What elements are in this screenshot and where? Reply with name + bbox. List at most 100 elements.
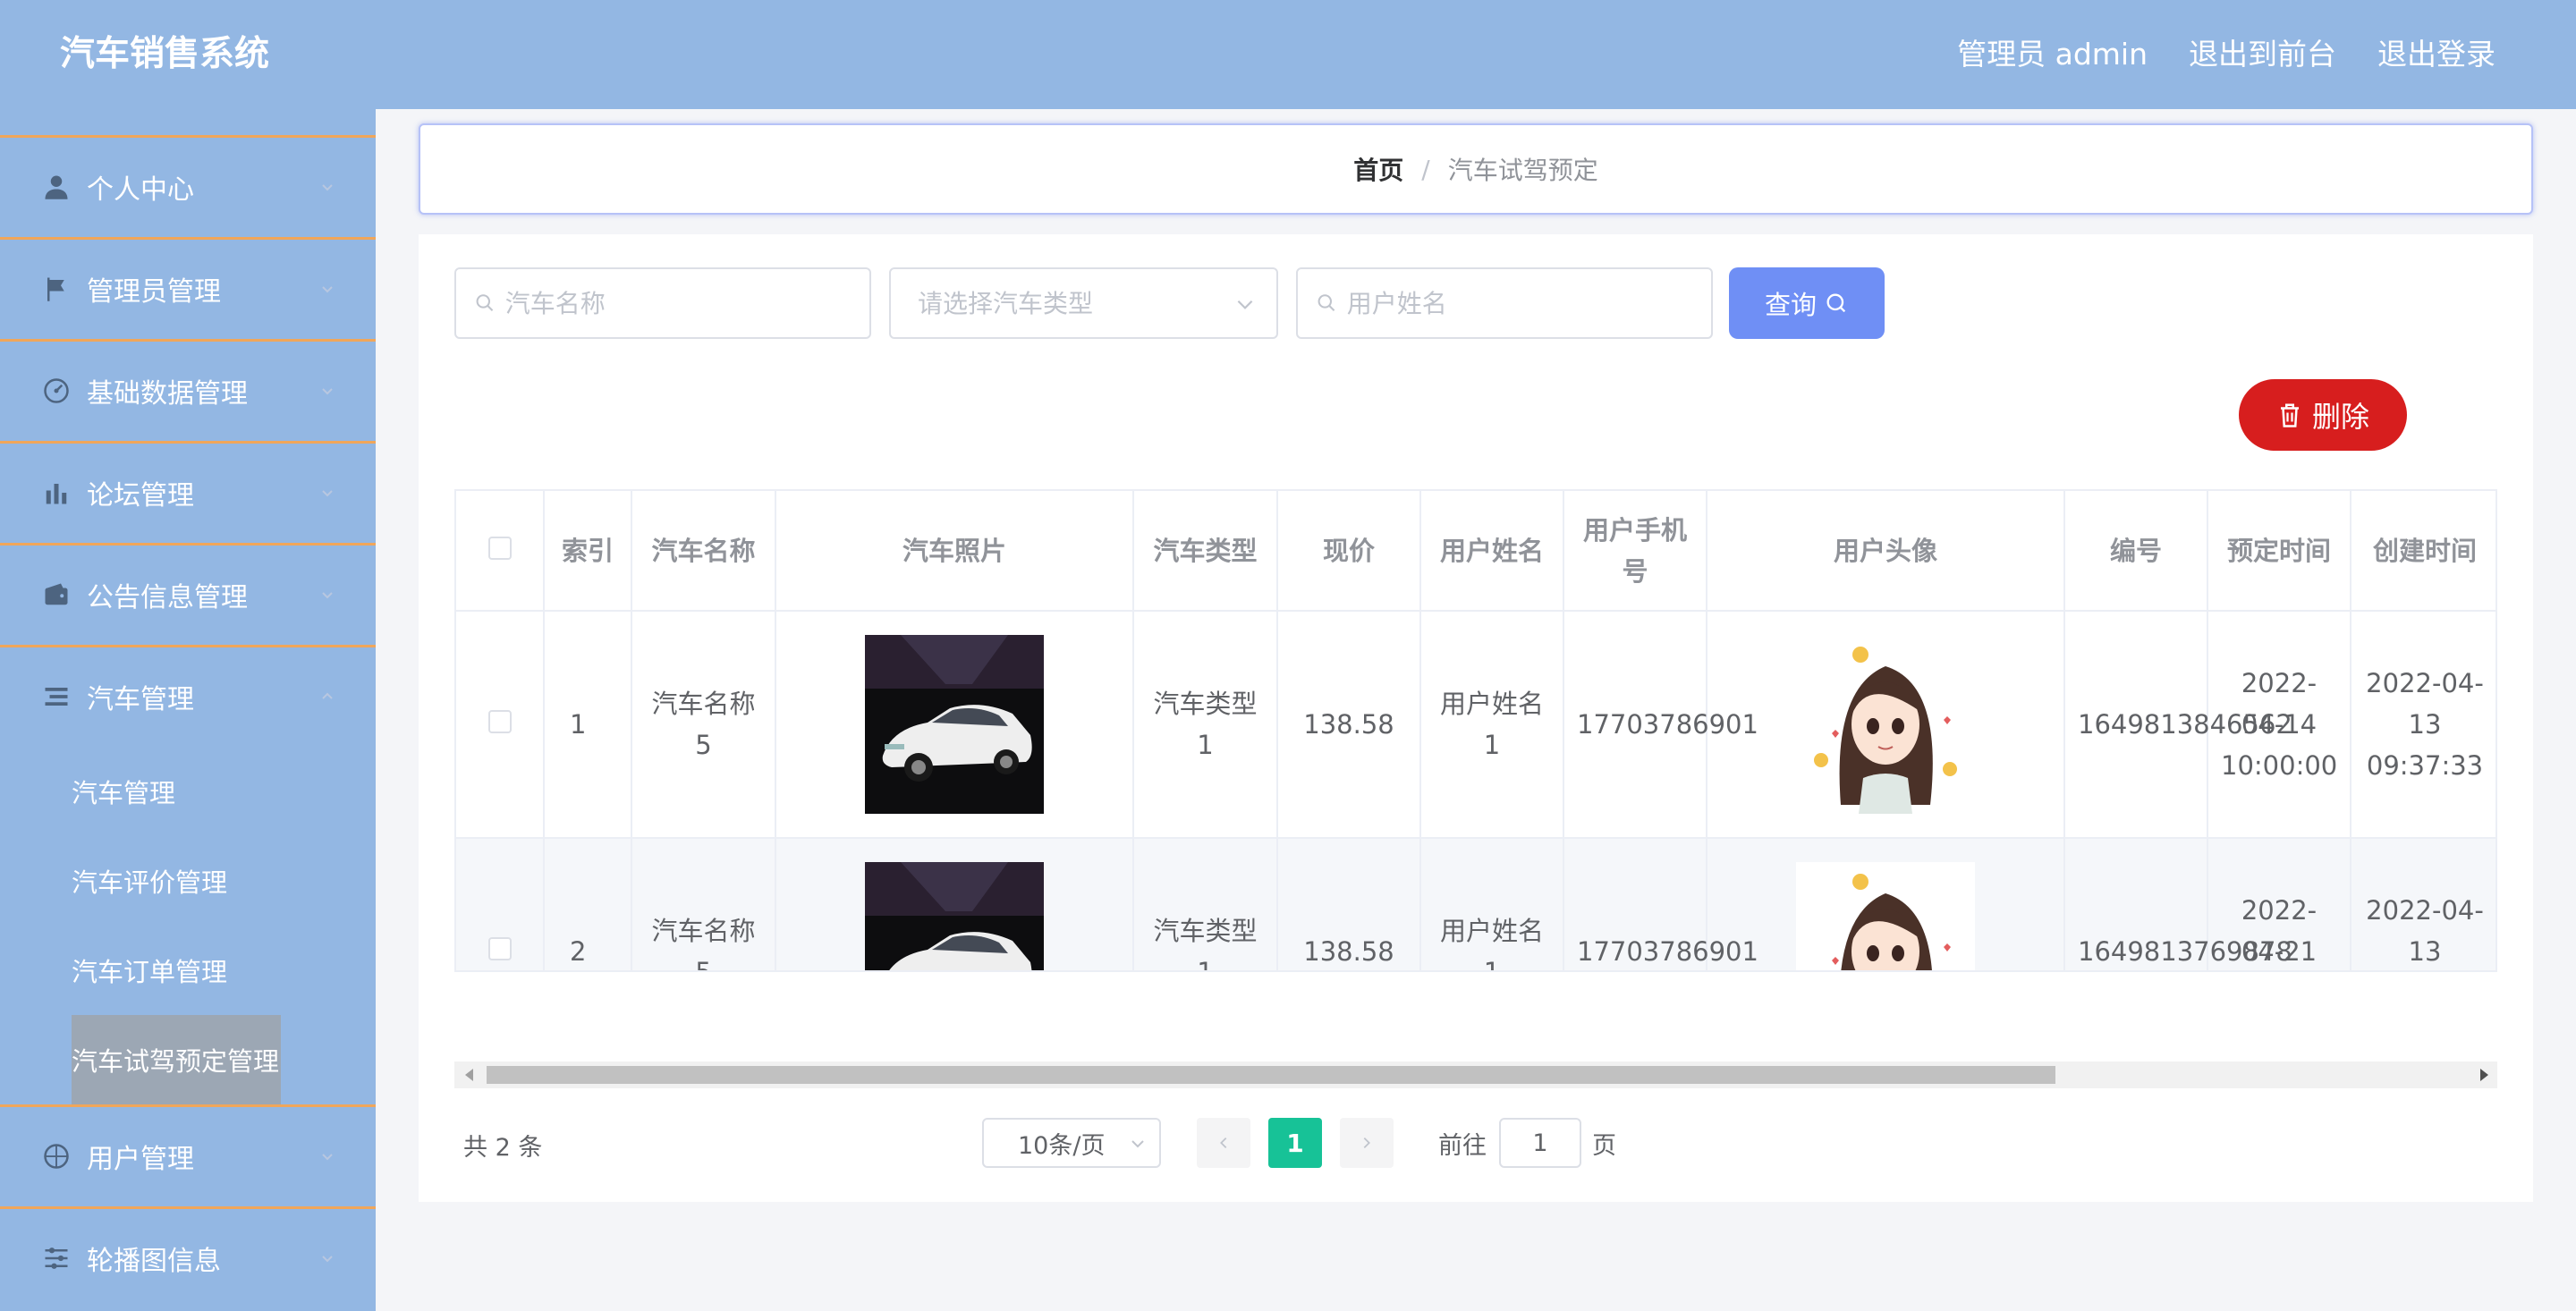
user-name-search-field[interactable] <box>1296 267 1713 339</box>
menu-forum-management[interactable]: 论坛管理 <box>0 441 376 541</box>
bar-chart-icon <box>42 478 71 507</box>
user-name-cell: 用户姓名1 <box>1420 838 1564 970</box>
number-cell: 1649813769878 <box>2064 838 2292 970</box>
menu-basic-data[interactable]: 基础数据管理 <box>0 339 376 439</box>
select-all-checkbox[interactable] <box>487 536 512 560</box>
menu-user-management[interactable]: 用户管理 <box>0 1104 376 1205</box>
query-button[interactable]: 查询 <box>1729 267 1885 339</box>
search-icon <box>1318 294 1335 311</box>
menu-label: 汽车管理 <box>87 683 194 715</box>
price-cell: 138.58 <box>1277 611 1421 839</box>
scroll-left-icon[interactable] <box>465 1069 473 1081</box>
menu-label: 轮播图信息 <box>87 1245 221 1277</box>
menu-announcement[interactable]: 公告信息管理 <box>0 543 376 643</box>
delete-button[interactable]: 删除 <box>2239 379 2407 451</box>
goto-page-input[interactable] <box>1499 1118 1581 1168</box>
exit-to-frontend-link[interactable]: 退出到前台 <box>2189 30 2336 79</box>
chevron-down-icon <box>318 178 336 196</box>
car-type-select[interactable] <box>889 267 1278 339</box>
breadcrumb-separator: / <box>1421 154 1430 184</box>
scroll-right-icon[interactable] <box>2480 1069 2488 1081</box>
avatar[interactable] <box>1796 635 1975 814</box>
submenu-test-drive-booking[interactable]: 汽车试驾预定管理 <box>72 1015 282 1104</box>
logout-link[interactable]: 退出登录 <box>2377 30 2496 79</box>
select-all-cell <box>456 491 545 612</box>
menu-admin-management[interactable]: 管理员管理 <box>0 237 376 337</box>
column-header: 用户头像 <box>1707 491 2065 612</box>
column-header: 现价 <box>1277 491 1421 612</box>
menu-label: 论坛管理 <box>87 479 194 512</box>
chevron-down-icon <box>318 280 336 298</box>
column-header: 汽车类型 <box>1133 491 1278 612</box>
main-panel: 查询 删除 索引 汽车名称 汽车照片 汽车类型 现价 用户姓名 用户手机号 用户… <box>419 234 2533 1202</box>
car-photo-cell <box>775 611 1134 839</box>
sliders-icon <box>42 1244 71 1273</box>
menu-car-management[interactable]: 汽车管理 <box>0 645 376 745</box>
car-type-cell: 汽车类型1 <box>1133 611 1278 839</box>
chevron-down-icon <box>318 586 336 604</box>
row-checkbox[interactable] <box>487 710 512 733</box>
user-name-cell: 用户姓名1 <box>1420 611 1564 839</box>
created-time-cell: 2022-04-13 09:37:33 <box>2351 611 2496 839</box>
menu-personal-center[interactable]: 个人中心 <box>0 135 376 235</box>
car-photo[interactable] <box>865 635 1044 814</box>
row-select-cell <box>456 838 545 970</box>
submenu-car-orders[interactable]: 汽车订单管理 <box>72 926 227 1015</box>
horizontal-scrollbar[interactable] <box>454 1061 2497 1088</box>
sidebar: 个人中心 管理员管理 基础数据管理 论坛管理 公告信息管理 汽车管理 汽车管理 … <box>0 109 376 1311</box>
menu-label: 基础数据管理 <box>87 377 248 410</box>
menu-label: 个人中心 <box>87 173 194 206</box>
car-name-cell: 汽车名称5 <box>631 611 776 839</box>
breadcrumb: 首页 / 汽车试驾预定 <box>419 123 2533 215</box>
scrollbar-thumb[interactable] <box>487 1066 2055 1084</box>
trash-icon <box>2280 403 2299 427</box>
user-name-input[interactable] <box>1346 288 1711 318</box>
avatar-cell <box>1707 611 2065 839</box>
phone-cell: 17703786901 <box>1563 838 1758 970</box>
table-row: 1 汽车名称5 汽车类型1 138.58 用户姓名1 17703786901 1… <box>456 611 2496 839</box>
page-size-value: 10条/页 <box>1018 1131 1106 1160</box>
admin-user-link[interactable]: 管理员 admin <box>1957 30 2148 79</box>
car-name-input[interactable] <box>504 288 869 318</box>
column-header: 汽车名称 <box>631 491 776 612</box>
avatar[interactable] <box>1796 862 1975 972</box>
column-header: 创建时间 <box>2351 491 2496 612</box>
app-title: 汽车销售系统 <box>60 34 270 74</box>
chevron-down-icon <box>1237 300 1253 309</box>
prev-page-button[interactable] <box>1197 1118 1250 1168</box>
car-name-search-field[interactable] <box>454 267 871 339</box>
car-photo[interactable] <box>865 862 1044 972</box>
column-header: 用户手机号 <box>1563 491 1707 612</box>
menu-label: 管理员管理 <box>87 275 221 308</box>
car-type-cell: 汽车类型1 <box>1133 838 1278 970</box>
chevron-up-icon <box>318 688 336 706</box>
next-page-button[interactable] <box>1340 1118 1394 1168</box>
delete-label: 删除 <box>2311 400 2369 434</box>
user-icon <box>42 173 71 201</box>
breadcrumb-home[interactable]: 首页 <box>1353 151 1403 187</box>
chevron-left-icon <box>1220 1137 1227 1149</box>
goto-suffix: 页 <box>1592 1131 1616 1160</box>
pagination-total: 共 2 条 <box>463 1133 543 1162</box>
gauge-icon <box>42 376 71 405</box>
compass-icon <box>42 1142 71 1171</box>
table-header-row: 索引 汽车名称 汽车照片 汽车类型 现价 用户姓名 用户手机号 用户头像 编号 … <box>456 491 2496 612</box>
car-type-input[interactable] <box>891 288 1276 318</box>
submenu-car-review[interactable]: 汽车评价管理 <box>72 836 227 926</box>
row-checkbox[interactable] <box>487 937 512 960</box>
menu-label: 公告信息管理 <box>87 581 248 613</box>
top-header: 汽车销售系统 管理员 admin 退出到前台 退出登录 <box>0 0 2576 109</box>
search-icon <box>476 294 494 311</box>
header-links: 管理员 admin 退出到前台 退出登录 <box>1957 30 2496 79</box>
car-photo-cell <box>775 838 1134 972</box>
column-header: 编号 <box>2064 491 2208 612</box>
chevron-down-icon <box>318 382 336 400</box>
page-number-1[interactable]: 1 <box>1268 1118 1322 1168</box>
flag-icon <box>42 275 71 303</box>
submenu-car-management[interactable]: 汽车管理 <box>72 747 175 836</box>
goto-prefix: 前往 <box>1438 1131 1487 1160</box>
column-header: 用户姓名 <box>1420 491 1564 612</box>
number-cell: 1649813846562 <box>2064 611 2292 839</box>
menu-carousel-info[interactable]: 轮播图信息 <box>0 1206 376 1307</box>
page-size-select[interactable]: 10条/页 <box>982 1118 1161 1168</box>
